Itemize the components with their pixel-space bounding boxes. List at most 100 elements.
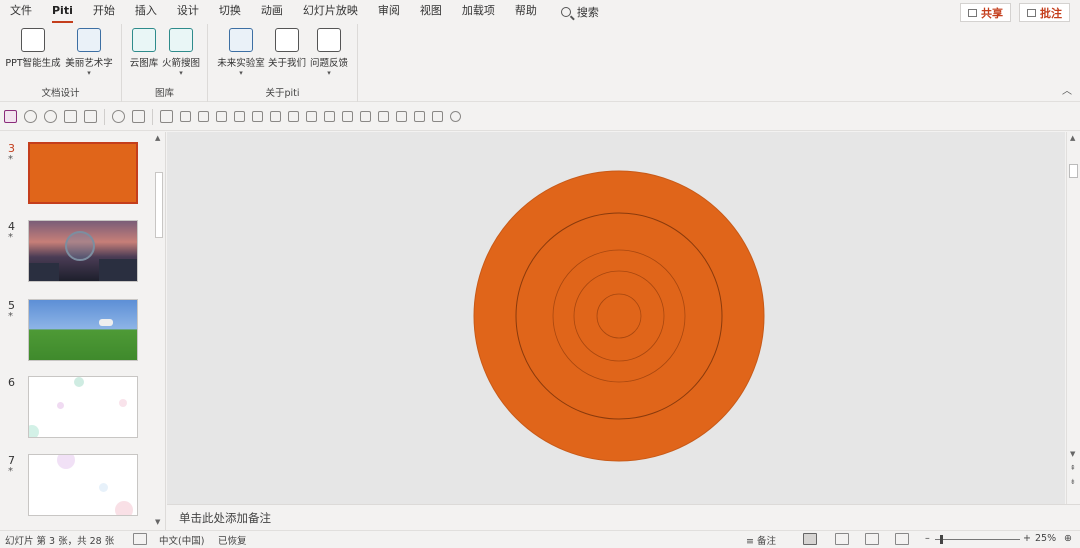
scroll-down-icon[interactable]: ▼ bbox=[1070, 450, 1075, 458]
align-bottom-icon[interactable] bbox=[270, 111, 281, 122]
canvas-scrollbar[interactable]: ▲ ▼ ⇞ ⇟ bbox=[1066, 132, 1080, 504]
align-right-icon[interactable] bbox=[216, 111, 227, 122]
tab-review[interactable]: 审阅 bbox=[368, 0, 410, 24]
tab-slideshow[interactable]: 幻灯片放映 bbox=[293, 0, 368, 24]
tab-piti[interactable]: Piti bbox=[42, 0, 83, 24]
outer-circle[interactable] bbox=[473, 170, 765, 462]
bring-forward-icon[interactable] bbox=[324, 111, 335, 122]
center-horizontal-icon[interactable] bbox=[414, 111, 425, 122]
eraser-icon[interactable] bbox=[84, 110, 97, 123]
redo-icon[interactable] bbox=[44, 110, 57, 123]
bubble-decoration bbox=[115, 501, 133, 515]
chevron-down-icon: ▾ bbox=[87, 69, 91, 77]
scroll-down-icon[interactable]: ▼ bbox=[155, 518, 160, 526]
shape-outline-icon[interactable] bbox=[132, 110, 145, 123]
send-backward-icon[interactable] bbox=[342, 111, 353, 122]
rocket-search-icon bbox=[169, 28, 193, 52]
sheep-image bbox=[99, 319, 113, 326]
rocket-search-button[interactable]: 火箭搜图 ▾ bbox=[154, 28, 208, 77]
zoom-slider[interactable] bbox=[935, 539, 1020, 540]
clock-image bbox=[65, 231, 95, 261]
next-slide-icon[interactable]: ⇟ bbox=[1070, 478, 1076, 486]
concentric-circles-shape[interactable] bbox=[473, 170, 765, 462]
feedback-button[interactable]: 问题反馈 ▾ bbox=[302, 28, 356, 77]
zoom-out-icon[interactable]: – bbox=[925, 533, 930, 544]
scrollbar-thumb[interactable] bbox=[155, 172, 163, 238]
tab-file[interactable]: 文件 bbox=[0, 0, 42, 24]
feedback-icon bbox=[317, 28, 341, 52]
center-vertical-icon[interactable] bbox=[432, 111, 443, 122]
group-title-gallery: 图库 bbox=[154, 88, 174, 99]
slide-animation-marker: * bbox=[8, 154, 13, 165]
shape-fill-icon[interactable] bbox=[112, 110, 125, 123]
normal-view-icon[interactable] bbox=[803, 533, 817, 545]
share-label: 共享 bbox=[981, 6, 1003, 20]
tab-transitions[interactable]: 切换 bbox=[209, 0, 251, 24]
previous-slide-icon[interactable]: ⇞ bbox=[1070, 464, 1076, 472]
comments-button[interactable]: 批注 bbox=[1019, 3, 1070, 22]
group-title-about: 关于piti bbox=[265, 88, 300, 99]
slide-number: 6 bbox=[8, 376, 15, 389]
text-box-icon[interactable] bbox=[160, 110, 173, 123]
tab-home[interactable]: 开始 bbox=[83, 0, 125, 24]
quick-access-toolbar bbox=[0, 103, 1080, 131]
tab-insert[interactable]: 插入 bbox=[125, 0, 167, 24]
thumbnail-scrollbar[interactable]: ▲ ▼ bbox=[152, 132, 165, 530]
align-left-icon[interactable] bbox=[180, 111, 191, 122]
tab-view[interactable]: 视图 bbox=[410, 0, 452, 24]
tab-design[interactable]: 设计 bbox=[167, 0, 209, 24]
notes-placeholder: 单击此处添加备注 bbox=[179, 511, 271, 525]
comments-label: 批注 bbox=[1040, 6, 1062, 20]
undo-icon[interactable] bbox=[24, 110, 37, 123]
save-icon[interactable] bbox=[4, 110, 17, 123]
ppt-generate-button[interactable]: PPT智能生成 bbox=[5, 28, 61, 69]
scroll-up-icon[interactable]: ▲ bbox=[1070, 134, 1075, 142]
art-text-label: 美丽艺术字 bbox=[65, 58, 113, 69]
orange-slide-preview bbox=[27, 141, 139, 205]
about-us-label: 关于我们 bbox=[267, 58, 306, 69]
distribute-vertical-icon[interactable] bbox=[378, 111, 389, 122]
spellcheck-icon[interactable] bbox=[133, 533, 147, 545]
tab-animations[interactable]: 动画 bbox=[251, 0, 293, 24]
tab-help[interactable]: 帮助 bbox=[505, 0, 547, 24]
ribbon: PPT智能生成 美丽艺术字 ▾ 文档设计 云图库 火箭搜图 ▾ 图库 未来实验室… bbox=[0, 24, 1080, 102]
format-painter-icon[interactable] bbox=[64, 110, 77, 123]
group-icon[interactable] bbox=[288, 111, 299, 122]
notes-toggle-button[interactable]: ≡ 备注 bbox=[746, 533, 776, 547]
art-text-icon bbox=[77, 28, 101, 52]
language-indicator[interactable]: 中文(中国) bbox=[159, 533, 204, 547]
lab-flask-icon bbox=[229, 28, 253, 52]
zoom-in-icon[interactable]: + bbox=[1023, 533, 1031, 544]
align-top-icon[interactable] bbox=[234, 111, 245, 122]
slideshow-icon[interactable] bbox=[895, 533, 909, 545]
search-box[interactable]: 搜索 bbox=[560, 4, 599, 20]
zoom-level[interactable]: 25% bbox=[1035, 533, 1056, 544]
notes-pane[interactable]: 单击此处添加备注 bbox=[167, 504, 1080, 530]
slide-editing-canvas[interactable] bbox=[167, 132, 1065, 504]
bubbles-slide-preview bbox=[28, 376, 138, 438]
recovery-status: 已恢复 bbox=[218, 536, 247, 547]
chevron-down-icon: ▾ bbox=[239, 69, 243, 77]
bubble-decoration bbox=[99, 483, 108, 492]
ungroup-icon[interactable] bbox=[306, 111, 317, 122]
tab-addins[interactable]: 加载项 bbox=[452, 0, 505, 24]
menu-bar: 文件 Piti 开始 插入 设计 切换 动画 幻灯片放映 审阅 视图 加载项 帮… bbox=[0, 0, 1080, 24]
zoom-slider-knob[interactable] bbox=[940, 535, 943, 544]
slide-sorter-icon[interactable] bbox=[835, 533, 849, 545]
align-middle-icon[interactable] bbox=[252, 111, 263, 122]
share-icon bbox=[968, 8, 977, 17]
customize-toolbar-icon[interactable] bbox=[450, 111, 461, 122]
share-button[interactable]: 共享 bbox=[960, 3, 1011, 22]
align-center-icon[interactable] bbox=[198, 111, 209, 122]
bubble-decoration bbox=[74, 377, 84, 387]
ribbon-group-about: 未来实验室 ▾ 关于我们 问题反馈 ▾ 关于piti bbox=[208, 24, 358, 102]
art-text-button[interactable]: 美丽艺术字 ▾ bbox=[62, 28, 116, 77]
toolbar-divider bbox=[152, 108, 153, 125]
distribute-horizontal-icon[interactable] bbox=[360, 111, 371, 122]
scrollbar-thumb[interactable] bbox=[1069, 164, 1078, 178]
fit-to-window-icon[interactable]: ⊕ bbox=[1064, 533, 1072, 544]
reading-view-icon[interactable] bbox=[865, 533, 879, 545]
collapse-ribbon-icon[interactable]: ︿ bbox=[1062, 82, 1072, 97]
scroll-up-icon[interactable]: ▲ bbox=[155, 134, 160, 142]
size-equal-icon[interactable] bbox=[396, 111, 407, 122]
